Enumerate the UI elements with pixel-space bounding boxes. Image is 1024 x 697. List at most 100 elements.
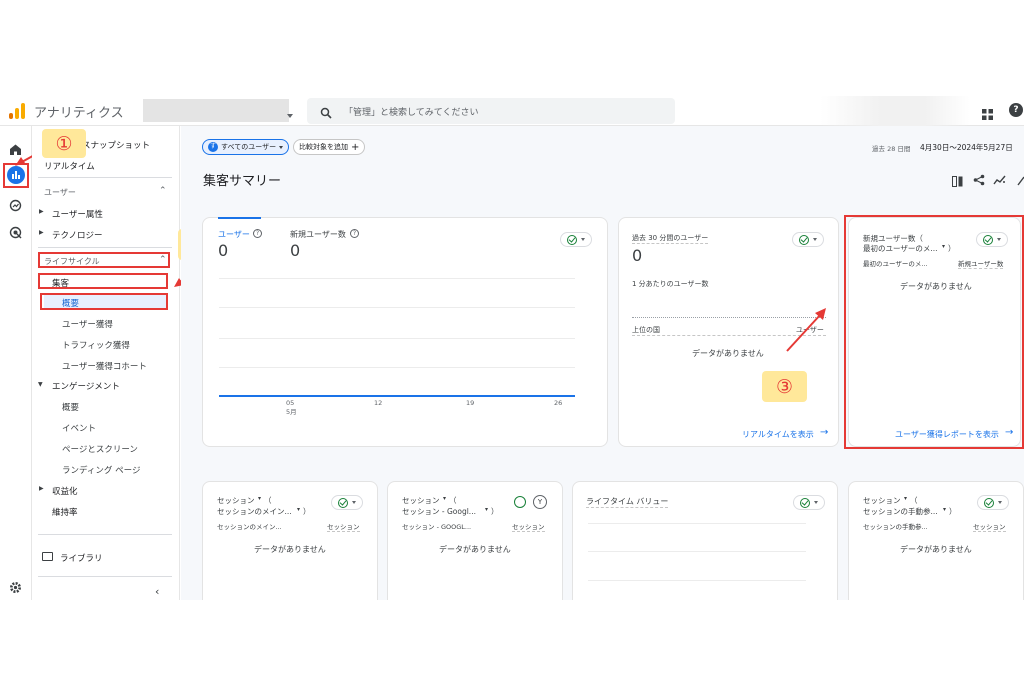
chevron-down-icon[interactable]: ▾: [258, 495, 261, 502]
apps-grid-icon[interactable]: [982, 105, 993, 120]
expand-icon[interactable]: ▼: [38, 381, 43, 388]
nav-monetization[interactable]: 収益化: [52, 485, 78, 497]
check-circle-icon: [338, 497, 348, 508]
view-realtime-link[interactable]: リアルタイムを表示: [742, 429, 814, 440]
new-users-metric-value: 0: [290, 241, 301, 260]
nav-library[interactable]: ライブラリ: [60, 552, 103, 564]
help-icon[interactable]: ?: [1009, 103, 1023, 117]
reports-icon-highlight: [3, 163, 29, 188]
annotation-badge-1: ①: [42, 129, 86, 158]
arrow-annotation-3: [783, 303, 831, 355]
nav-section-user: ユーザー: [44, 188, 76, 197]
gear-icon[interactable]: [9, 579, 22, 593]
annotation-badge-3: ③: [762, 371, 807, 402]
help-circle-icon[interactable]: ?: [253, 229, 262, 238]
explore-icon[interactable]: [9, 197, 22, 212]
close-paren: ）: [491, 507, 499, 516]
chart-gridline: [588, 551, 806, 552]
card-subtitle: セッション - Googl...: [402, 507, 476, 516]
account-selector[interactable]: [143, 99, 289, 122]
status-check-button[interactable]: [331, 495, 363, 510]
account-dropdown-icon[interactable]: [287, 114, 293, 118]
column-header: セッション: [512, 523, 545, 532]
card-title-paren: （: [264, 496, 272, 505]
date-range[interactable]: 4月30日～2024年5月27日: [920, 142, 1013, 153]
card-title: セッション: [863, 496, 901, 505]
expand-icon[interactable]: ▶: [39, 229, 44, 236]
column-header: セッション: [973, 523, 1006, 532]
nav-technology[interactable]: テクノロジー: [52, 229, 103, 241]
nav-user-attributes[interactable]: ユーザー属性: [52, 208, 103, 220]
nav-realtime[interactable]: リアルタイム: [44, 160, 95, 172]
chevron-down-icon[interactable]: ▾: [485, 506, 488, 513]
check-circle-icon[interactable]: [514, 496, 526, 508]
collapse-nav-icon[interactable]: ‹: [155, 585, 159, 598]
chart-gridline: [219, 278, 575, 279]
segment-chip[interactable]: す すべてのユーザー: [202, 139, 290, 155]
advertising-icon[interactable]: [9, 224, 22, 239]
segment-avatar: す: [208, 142, 218, 152]
top-countries-header: 上位の国: [632, 326, 660, 334]
filter-icon[interactable]: Y: [533, 495, 547, 509]
check-circle-icon: [799, 234, 809, 245]
close-paren: ）: [949, 507, 957, 516]
card-title-paren: （: [910, 496, 918, 505]
expand-icon[interactable]: ▶: [39, 485, 44, 492]
chevron-down-icon[interactable]: ▾: [904, 495, 907, 502]
no-data-text: データがありません: [900, 545, 972, 554]
lifecycle-highlight: [38, 252, 170, 268]
analytics-logo[interactable]: [8, 102, 26, 120]
arrow-right-icon[interactable]: →: [820, 427, 828, 438]
realtime-value: 0: [632, 246, 643, 265]
column-header: セッション: [327, 523, 360, 532]
expand-icon[interactable]: ▶: [39, 208, 44, 215]
close-paren: ）: [303, 507, 311, 516]
chevron-down-icon: [352, 501, 356, 504]
nav-traffic-acquisition[interactable]: トラフィック獲得: [62, 339, 130, 351]
screen: { "app": { "title": "アナリティクス" }, "search…: [0, 0, 1024, 697]
segment-dropdown-icon: [279, 145, 284, 149]
status-check-button[interactable]: [793, 495, 825, 510]
collapse-user-icon[interactable]: ⌃: [159, 186, 167, 196]
share-icon[interactable]: [973, 171, 985, 186]
nav-engagement[interactable]: エンゲージメント: [52, 380, 120, 392]
users-chart-card: [202, 217, 608, 447]
nav-user-acquisition[interactable]: ユーザー獲得: [62, 318, 113, 330]
nav-pages-screens[interactable]: ページとスクリーン: [62, 443, 138, 455]
nav-retention[interactable]: 維持率: [52, 506, 78, 518]
nav-user-acquisition-cohort[interactable]: ユーザー獲得コホート: [62, 360, 147, 372]
help-circle-icon[interactable]: ?: [350, 229, 359, 238]
no-data-text: データがありません: [439, 545, 511, 554]
lifetime-value-title: ライフタイム バリュー: [586, 497, 669, 508]
status-check-button[interactable]: [792, 232, 824, 247]
insights-icon[interactable]: [993, 171, 1006, 185]
new-users-card-highlight: [844, 215, 1024, 449]
nav-divider: [38, 247, 172, 248]
chevron-down-icon[interactable]: ▾: [297, 506, 300, 513]
chevron-down-icon: [998, 501, 1002, 504]
add-comparison-button[interactable]: 比較対象を追加 +: [293, 139, 366, 155]
status-check-button[interactable]: [977, 495, 1009, 510]
chevron-down-icon[interactable]: ▾: [943, 506, 946, 513]
edit-icon[interactable]: [1016, 171, 1024, 186]
chart-gridline: [588, 580, 806, 581]
add-comparison-label: 比較対象を追加: [299, 143, 348, 151]
chevron-down-icon: [813, 238, 817, 241]
nav-landing-page[interactable]: ランディング ページ: [62, 464, 140, 476]
chevron-down-icon[interactable]: ▾: [443, 495, 446, 502]
nav-eng-overview[interactable]: 概要: [62, 401, 79, 413]
card-title-paren: （: [449, 496, 457, 505]
nav-snapshot[interactable]: スナップショット: [82, 139, 150, 151]
users-metric-value: 0: [218, 241, 229, 260]
new-users-metric-label[interactable]: 新規ユーザー数: [290, 229, 346, 240]
nav-divider: [38, 177, 172, 178]
customize-icon[interactable]: [952, 172, 963, 187]
nav-events[interactable]: イベント: [62, 422, 96, 434]
users-metric-label[interactable]: ユーザー: [218, 229, 250, 240]
chart-gridline: [219, 307, 575, 308]
card-subtitle: セッションのメイン...: [217, 507, 292, 516]
status-check-button[interactable]: [560, 232, 592, 247]
per-minute-label: 1 分あたりのユーザー数: [632, 280, 709, 288]
date-range-prefix[interactable]: 過去 28 日間: [872, 143, 910, 153]
realtime-title: 過去 30 分間のユーザー: [632, 234, 709, 244]
